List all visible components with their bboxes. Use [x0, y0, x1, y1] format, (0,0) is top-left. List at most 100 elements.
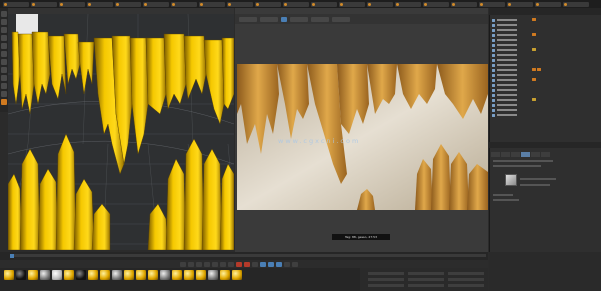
- document-tab[interactable]: [395, 1, 421, 7]
- object-row[interactable]: [492, 113, 517, 117]
- material-swatch[interactable]: [28, 270, 38, 280]
- material-swatch[interactable]: [172, 270, 182, 280]
- object-row[interactable]: [492, 33, 517, 37]
- tag-icon[interactable]: [532, 68, 536, 71]
- coordinate-field[interactable]: [408, 272, 444, 275]
- timeline-track[interactable]: [10, 254, 486, 257]
- play-icon[interactable]: [204, 261, 210, 267]
- tag-icon[interactable]: [532, 78, 536, 81]
- document-tab[interactable]: [339, 1, 365, 7]
- tag-icon[interactable]: [532, 33, 536, 36]
- material-swatch[interactable]: [76, 270, 86, 280]
- coordinate-field[interactable]: [408, 284, 444, 287]
- pla-key-icon[interactable]: [292, 261, 298, 267]
- render-button[interactable]: [281, 16, 287, 22]
- tag-icon[interactable]: [537, 68, 541, 71]
- object-row[interactable]: [492, 48, 517, 52]
- object-row[interactable]: [492, 58, 517, 62]
- material-swatch[interactable]: [232, 270, 242, 280]
- previous-frame-icon[interactable]: [196, 261, 202, 267]
- material-swatch[interactable]: [220, 270, 230, 280]
- document-tab[interactable]: [31, 1, 57, 7]
- render-toolbar-field[interactable]: [311, 16, 329, 22]
- document-tab[interactable]: [227, 1, 253, 7]
- object-row[interactable]: [492, 78, 517, 82]
- render-toolbar-field[interactable]: [260, 16, 278, 22]
- coordinate-field[interactable]: [448, 272, 484, 275]
- scale-key-icon[interactable]: [268, 261, 274, 267]
- document-tab[interactable]: [507, 1, 533, 7]
- attribute-row[interactable]: [493, 165, 541, 167]
- material-swatch[interactable]: [40, 270, 50, 280]
- material-swatch[interactable]: [160, 270, 170, 280]
- object-row[interactable]: [492, 83, 517, 87]
- move-tool-icon[interactable]: [1, 11, 7, 17]
- tag-icon[interactable]: [532, 48, 536, 51]
- material-swatch[interactable]: [148, 270, 158, 280]
- rotation-key-icon[interactable]: [276, 261, 282, 267]
- material-swatch[interactable]: [112, 270, 122, 280]
- document-tab[interactable]: [255, 1, 281, 7]
- render-toolbar-field[interactable]: [332, 16, 350, 22]
- object-row[interactable]: [492, 88, 517, 92]
- attribute-tab[interactable]: [541, 152, 550, 157]
- perspective-viewport[interactable]: [8, 14, 234, 250]
- material-swatch[interactable]: [136, 270, 146, 280]
- object-row[interactable]: [492, 108, 517, 112]
- object-row[interactable]: [492, 18, 517, 22]
- document-tab[interactable]: [143, 1, 169, 7]
- coordinate-field[interactable]: [448, 284, 484, 287]
- material-swatch[interactable]: [124, 270, 134, 280]
- object-row[interactable]: [492, 43, 517, 47]
- workplane-icon[interactable]: [1, 83, 7, 89]
- attribute-tab[interactable]: [531, 152, 540, 157]
- document-tab[interactable]: [171, 1, 197, 7]
- go-to-end-icon[interactable]: [228, 261, 234, 267]
- material-swatch[interactable]: [52, 270, 62, 280]
- axis-mode-icon[interactable]: [1, 67, 7, 73]
- coordinate-field[interactable]: [368, 278, 404, 281]
- attribute-row[interactable]: [493, 199, 519, 201]
- document-tab[interactable]: [3, 1, 29, 7]
- document-tab[interactable]: [87, 1, 113, 7]
- document-tab[interactable]: [311, 1, 337, 7]
- snap-icon[interactable]: [1, 91, 7, 97]
- next-frame-icon[interactable]: [212, 261, 218, 267]
- attribute-tab[interactable]: [501, 152, 510, 157]
- parameter-key-icon[interactable]: [284, 261, 290, 267]
- object-row[interactable]: [492, 98, 517, 102]
- document-tab[interactable]: [479, 1, 505, 7]
- next-key-icon[interactable]: [220, 261, 226, 267]
- keyframe-selection-icon[interactable]: [252, 261, 258, 267]
- material-swatch[interactable]: [4, 270, 14, 280]
- object-row[interactable]: [492, 63, 517, 67]
- points-mode-icon[interactable]: [1, 43, 7, 49]
- edges-mode-icon[interactable]: [1, 51, 7, 57]
- attribute-tab[interactable]: [511, 152, 520, 157]
- select-tool-icon[interactable]: [1, 35, 7, 41]
- document-tab[interactable]: [59, 1, 85, 7]
- previous-key-icon[interactable]: [188, 261, 194, 267]
- object-row[interactable]: [492, 53, 517, 57]
- document-tab[interactable]: [199, 1, 225, 7]
- go-to-start-icon[interactable]: [180, 261, 186, 267]
- object-row[interactable]: [492, 38, 517, 42]
- material-swatch[interactable]: [196, 270, 206, 280]
- coordinate-field[interactable]: [448, 278, 484, 281]
- playhead[interactable]: [10, 254, 14, 258]
- document-tab[interactable]: [423, 1, 449, 7]
- attribute-row[interactable]: [520, 178, 556, 180]
- material-swatch[interactable]: [208, 270, 218, 280]
- tag-icon[interactable]: [532, 98, 536, 101]
- attribute-row[interactable]: [493, 194, 513, 196]
- attribute-row[interactable]: [520, 184, 550, 186]
- object-row[interactable]: [492, 73, 517, 77]
- object-row[interactable]: [492, 93, 517, 97]
- material-swatch[interactable]: [100, 270, 110, 280]
- scale-tool-icon[interactable]: [1, 19, 7, 25]
- autokey-icon[interactable]: [244, 261, 250, 267]
- coordinate-field[interactable]: [368, 284, 404, 287]
- render-toolbar-field[interactable]: [290, 16, 308, 22]
- object-row[interactable]: [492, 103, 517, 107]
- material-swatch[interactable]: [184, 270, 194, 280]
